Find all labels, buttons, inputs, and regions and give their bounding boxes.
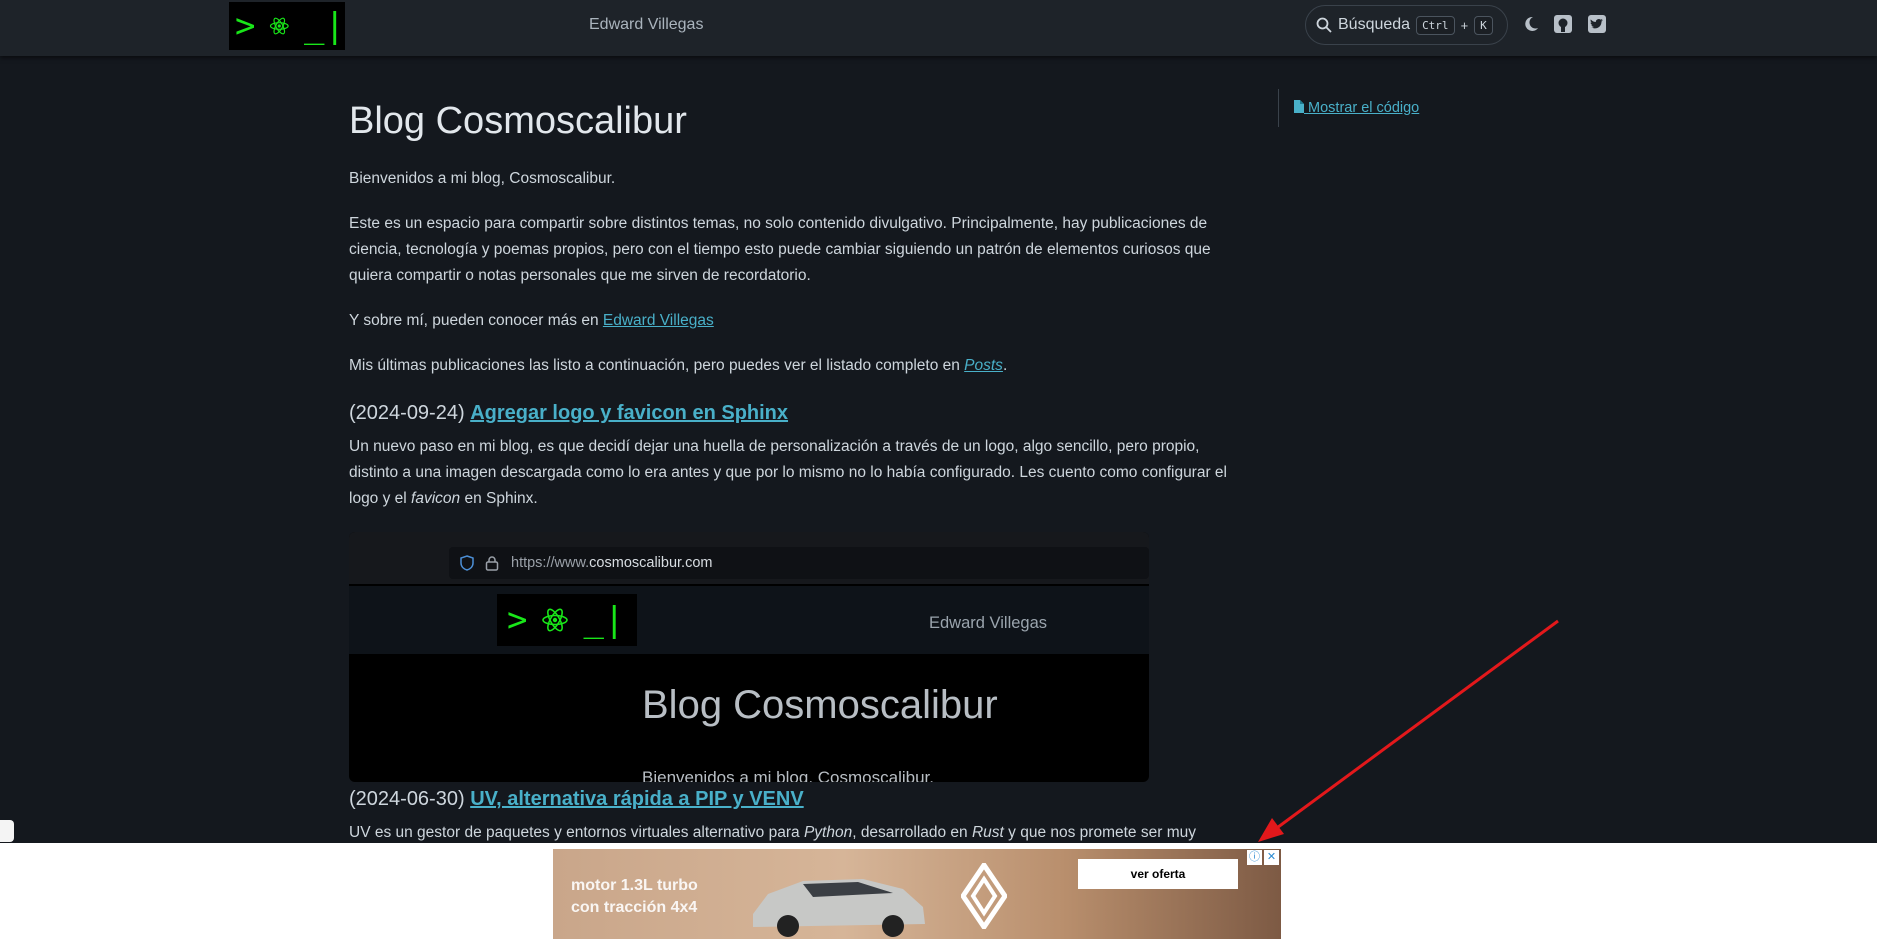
post-heading: (2024-09-24) Agregar logo y favicon en S… (349, 398, 1239, 428)
ad-line-1: motor 1.3L turbo (571, 877, 698, 894)
post-summary: Un nuevo paso en mi blog, es que decidí … (349, 434, 1239, 512)
post-summary-text-end: en Sphinx. (460, 490, 538, 507)
atom-icon (542, 608, 569, 632)
thumb-url-prefix: https://www. (511, 555, 590, 571)
show-source-link[interactable]: Mostrar el código (1293, 100, 1419, 116)
moon-icon[interactable] (1521, 14, 1541, 34)
thumb-subtitle: Bienvenidos a mi blog, Cosmoscalibur. (642, 768, 934, 782)
about-text: Y sobre mí, pueden conocer más en (349, 312, 603, 329)
prompt-glyph-icon: > (507, 600, 528, 640)
show-source-label: Mostrar el código (1308, 100, 1420, 116)
site-name-link[interactable]: Edward Villegas (589, 16, 703, 34)
thumb-url-bar: https://www.cosmoscalibur.com (449, 547, 1149, 579)
search-icon (1316, 17, 1332, 33)
ad-banner[interactable]: motor 1.3L turbo con tracción 4x4 ver of… (553, 849, 1281, 939)
intro-paragraph: Bienvenidos a mi blog, Cosmoscalibur. (349, 170, 616, 187)
post-title-link[interactable]: Agregar logo y favicon en Sphinx (470, 402, 788, 424)
kbd-plus: + (1460, 17, 1469, 33)
ad-text: motor 1.3L turbo con tracción 4x4 (571, 875, 698, 919)
posts-intro-text: Mis últimas publicaciones las listo a co… (349, 357, 965, 374)
cursor-glyph-icon: _| (583, 600, 625, 640)
post-summary-em: Rust (971, 824, 1004, 841)
prompt-glyph-icon: > (235, 6, 256, 46)
lock-icon (485, 556, 499, 571)
post-summary-text: UV es un gestor de paquetes y entornos v… (349, 824, 804, 841)
post-summary-em: Python (803, 824, 853, 841)
search-button[interactable]: Búsqueda Ctrl + K (1305, 5, 1508, 45)
post-heading: (2024-06-30) UV, alternativa rápida a PI… (349, 784, 1239, 814)
thumb-logo: > _| (497, 594, 637, 646)
site-logo[interactable]: > _| (229, 2, 345, 50)
renault-logo-icon (961, 863, 1007, 929)
shield-icon (460, 555, 474, 571)
post-thumbnail[interactable]: https://www.cosmoscalibur.com > _| Edwar… (349, 532, 1149, 782)
ad-cta-button[interactable]: ver oferta (1078, 859, 1238, 889)
post-summary-em: favicon (411, 490, 461, 507)
search-label: Búsqueda (1338, 16, 1411, 33)
ad-close-icon[interactable]: ✕ (1264, 850, 1279, 865)
page-title: Blog Cosmoscalibur (349, 100, 687, 142)
twitter-icon[interactable] (1587, 14, 1607, 34)
red-arrow-annotation (1258, 619, 1559, 842)
ad-line-2: con tracción 4x4 (571, 899, 698, 916)
top-navbar: > _| Edward Villegas Búsqueda Ctrl + K (0, 0, 1877, 56)
car-image (753, 879, 925, 937)
description-paragraph: Este es un espacio para compartir sobre … (349, 215, 1211, 284)
file-icon (1294, 100, 1304, 113)
post-date: (2024-06-30) (349, 788, 471, 810)
github-icon[interactable] (1553, 14, 1573, 34)
post-summary-text: y que nos promete ser muy (1003, 824, 1196, 841)
about-link[interactable]: Edward Villegas (603, 312, 714, 329)
post-title-link[interactable]: UV, alternativa rápida a PIP y VENV (470, 788, 804, 810)
main-content: Blog Cosmoscalibur Bienvenidos a mi blog… (349, 90, 1239, 865)
kbd-k: K (1474, 15, 1493, 35)
ad-info-icon[interactable]: ⓘ (1247, 850, 1262, 865)
secondary-sidebar: Mostrar el código (1278, 89, 1419, 127)
about-paragraph: Y sobre mí, pueden conocer más en Edward… (349, 308, 1239, 334)
thumb-url-domain: cosmoscalibur.com (589, 555, 713, 571)
side-tab[interactable] (0, 820, 14, 842)
kbd-ctrl: Ctrl (1416, 15, 1455, 35)
posts-intro-suffix: . (1002, 357, 1008, 374)
atom-icon (270, 17, 290, 35)
posts-intro-paragraph: Mis últimas publicaciones las listo a co… (349, 353, 1239, 379)
thumb-site-name: Edward Villegas (929, 614, 1048, 632)
post-summary-text: , desarrollado en (852, 824, 972, 841)
thumb-title: Blog Cosmoscalibur (642, 683, 998, 727)
posts-link[interactable]: Posts (964, 357, 1003, 374)
thumb-url: https://www.cosmoscalibur.com (511, 547, 712, 579)
cursor-glyph-icon: _| (304, 6, 345, 46)
post-date: (2024-09-24) (349, 402, 471, 424)
posts-link-label: Posts (964, 357, 1003, 374)
